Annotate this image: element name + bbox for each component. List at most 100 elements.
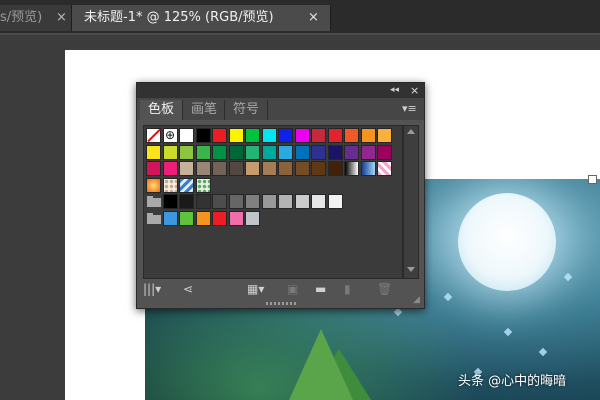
selection-handle[interactable]: [588, 175, 597, 184]
color-swatch[interactable]: [278, 161, 293, 176]
tree: [285, 329, 357, 400]
color-swatch[interactable]: [327, 161, 343, 176]
swatch-gradient-orange[interactable]: [146, 177, 161, 193]
color-swatch[interactable]: [228, 210, 244, 226]
color-swatch[interactable]: [245, 194, 260, 209]
color-swatch[interactable]: [327, 128, 343, 143]
color-swatch[interactable]: [228, 161, 244, 176]
swatch-libraries-icon[interactable]: |||▾: [143, 282, 161, 296]
color-swatch[interactable]: [294, 128, 310, 143]
tab-symbols[interactable]: 符号: [224, 100, 269, 120]
color-swatch[interactable]: [162, 194, 178, 209]
color-swatch[interactable]: [212, 210, 227, 226]
close-icon[interactable]: ×: [308, 5, 319, 31]
document-tab-bar: s/预览) × 未标题-1* @ 125% (RGB/预览) ×: [0, 0, 600, 33]
color-swatch[interactable]: [179, 128, 194, 143]
tab-swatches[interactable]: 色板: [140, 100, 183, 120]
close-icon[interactable]: ×: [410, 83, 419, 98]
swatch-gradient-blue[interactable]: [360, 161, 376, 176]
swatch-registration[interactable]: ⊕: [162, 128, 178, 143]
color-swatch[interactable]: [212, 128, 227, 143]
swatch-scrollbar[interactable]: [403, 125, 419, 279]
color-swatch[interactable]: [162, 144, 178, 160]
color-swatch[interactable]: [245, 144, 260, 160]
swatch-group-folder-icon[interactable]: [147, 212, 161, 224]
swatch-pattern-pink[interactable]: [377, 161, 392, 176]
color-swatch[interactable]: [245, 210, 260, 226]
color-swatch[interactable]: [377, 128, 392, 143]
document-tab-label: s/预览): [0, 10, 43, 25]
color-swatch[interactable]: [294, 144, 310, 160]
swatch-pattern-green[interactable]: [195, 177, 211, 193]
color-swatch[interactable]: [179, 210, 194, 226]
color-swatch[interactable]: [179, 194, 194, 209]
resize-corner-icon[interactable]: ◢: [413, 295, 420, 305]
color-swatch[interactable]: [377, 144, 392, 160]
color-swatch[interactable]: [261, 161, 277, 176]
swatch-group-folder-icon[interactable]: [147, 196, 161, 207]
document-tab-label: 未标题-1* @ 125% (RGB/预览): [84, 10, 274, 25]
color-swatch[interactable]: [278, 128, 293, 143]
resize-grip[interactable]: [266, 302, 296, 305]
color-swatch[interactable]: [278, 194, 293, 209]
close-icon[interactable]: ×: [56, 5, 67, 31]
color-swatch[interactable]: [278, 144, 293, 160]
color-swatch[interactable]: [294, 161, 310, 176]
color-swatch[interactable]: [311, 161, 326, 176]
color-swatch[interactable]: [294, 194, 310, 209]
share-icon[interactable]: ⋖: [183, 282, 193, 296]
color-swatch[interactable]: [311, 128, 326, 143]
color-swatch[interactable]: [344, 128, 359, 143]
color-swatch[interactable]: [327, 144, 343, 160]
color-swatch[interactable]: [146, 161, 161, 176]
show-kinds-icon[interactable]: ▦▾: [247, 282, 264, 296]
scroll-down-icon[interactable]: [407, 267, 415, 272]
color-swatch[interactable]: [195, 210, 211, 226]
color-swatch[interactable]: [228, 194, 244, 209]
swatch-pattern-dots[interactable]: [162, 177, 178, 193]
color-swatch[interactable]: [311, 144, 326, 160]
collapse-icon[interactable]: ◂◂: [390, 83, 399, 98]
color-swatch[interactable]: [179, 144, 194, 160]
color-swatch[interactable]: [195, 194, 211, 209]
new-group-icon[interactable]: ▬: [315, 282, 326, 296]
trash-icon[interactable]: 🗑: [377, 282, 392, 296]
swatch-pattern-blue[interactable]: [179, 177, 194, 193]
color-swatch[interactable]: [344, 144, 359, 160]
color-swatch[interactable]: [261, 128, 277, 143]
color-swatch[interactable]: [360, 144, 376, 160]
color-swatch[interactable]: [327, 194, 343, 209]
color-swatch[interactable]: [228, 144, 244, 160]
color-swatch[interactable]: [311, 194, 326, 209]
swatch-options-icon[interactable]: ▣: [287, 282, 298, 296]
color-swatch[interactable]: [261, 144, 277, 160]
tab-divider: [0, 33, 600, 35]
document-tab-previous[interactable]: s/预览) ×: [0, 5, 72, 31]
color-swatch[interactable]: [162, 161, 178, 176]
color-swatch[interactable]: [146, 144, 161, 160]
color-swatch[interactable]: [212, 194, 227, 209]
panel-title-bar[interactable]: ◂◂ ×: [137, 83, 424, 98]
color-swatch[interactable]: [179, 161, 194, 176]
color-swatch[interactable]: [195, 128, 211, 143]
color-swatch[interactable]: [212, 144, 227, 160]
tab-brushes[interactable]: 画笔: [182, 100, 225, 120]
color-swatch[interactable]: [195, 144, 211, 160]
swatch-grid: ⊕: [143, 125, 403, 279]
color-swatch[interactable]: [245, 161, 260, 176]
scroll-up-icon[interactable]: [407, 129, 415, 134]
color-swatch[interactable]: [212, 161, 227, 176]
color-swatch[interactable]: [162, 210, 178, 226]
panel-tabs: 色板 画笔 符号 ▾≡: [137, 98, 424, 120]
color-swatch[interactable]: [228, 128, 244, 143]
swatch-gradient-gray[interactable]: [344, 161, 359, 176]
document-tab-active[interactable]: 未标题-1* @ 125% (RGB/预览) ×: [72, 5, 331, 31]
color-swatch[interactable]: [195, 161, 211, 176]
color-swatch[interactable]: [261, 194, 277, 209]
color-swatch[interactable]: [245, 128, 260, 143]
color-swatch[interactable]: [360, 128, 376, 143]
swatches-panel: ◂◂ × 色板 画笔 符号 ▾≡ ⊕ |||▾ ⋖ ▦▾ ▣ ▬ ▮ 🗑 ◢: [136, 82, 425, 309]
new-swatch-icon[interactable]: ▮: [344, 282, 351, 296]
panel-menu-icon[interactable]: ▾≡: [402, 101, 417, 117]
swatch-none[interactable]: [146, 128, 161, 143]
